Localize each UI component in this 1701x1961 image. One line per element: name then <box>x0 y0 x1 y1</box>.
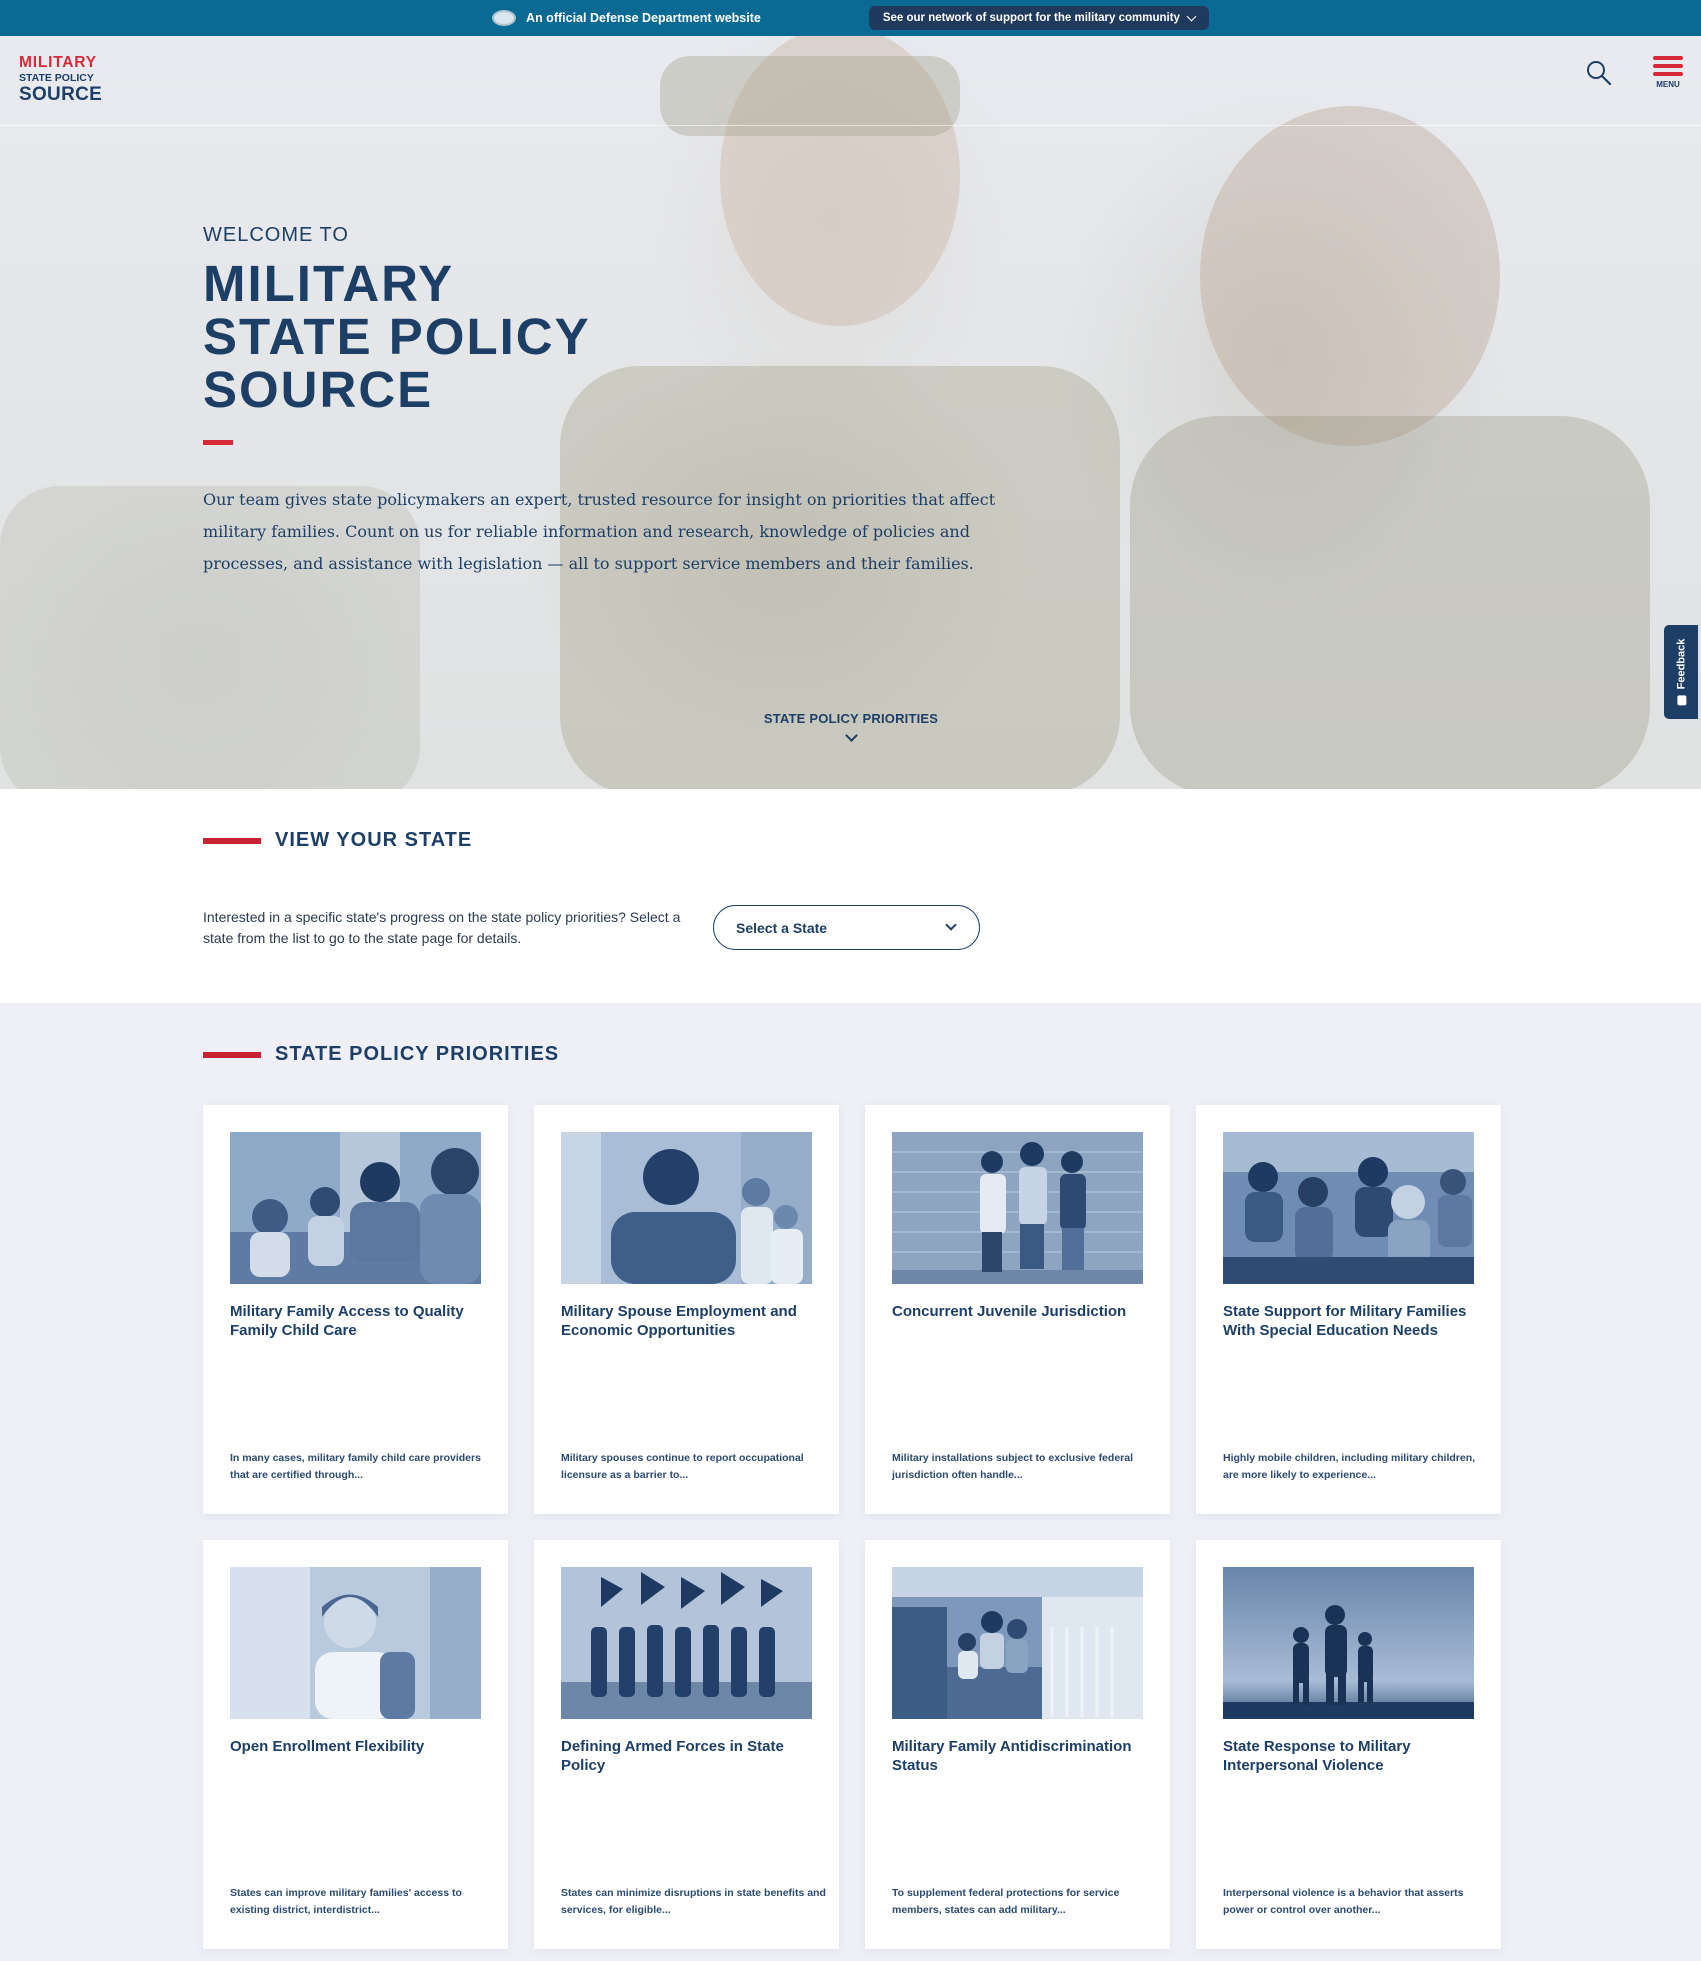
welcome-text: WELCOME TO <box>203 224 349 246</box>
hero-content: WELCOME TO MILITARY STATE POLICY SOURCE … <box>203 224 1033 580</box>
hamburger-icon <box>1653 56 1683 76</box>
card-title: State Support for Military Families With… <box>1223 1303 1467 1339</box>
chevron-down-icon <box>844 729 858 742</box>
search-button[interactable] <box>1585 59 1613 87</box>
card-description: Highly mobile children, including milita… <box>1223 1452 1476 1481</box>
color-guard-photo <box>561 1567 812 1719</box>
card-title: Military Family Access to Quality Family… <box>230 1303 464 1339</box>
priority-card[interactable]: Military Spouse Employment and Economic … <box>534 1105 839 1514</box>
official-site-notice: An official Defense Department website <box>492 10 761 26</box>
state-select-dropdown[interactable]: Select a State <box>713 905 980 950</box>
card-description: Interpersonal violence is a behavior tha… <box>1223 1887 1464 1916</box>
card-title: Defining Armed Forces in State Policy <box>561 1738 784 1774</box>
card-title: Military Spouse Employment and Economic … <box>561 1303 797 1339</box>
feedback-label: Feedback <box>1675 638 1687 690</box>
chevron-down-icon <box>1186 11 1197 21</box>
heading-accent-bar <box>203 837 261 844</box>
title-accent-dash <box>203 440 233 445</box>
view-your-state-section: VIEW YOUR STATE Interested in a specific… <box>0 789 1701 1003</box>
page-title: MILITARY STATE POLICY SOURCE <box>203 257 1033 416</box>
priority-card[interactable]: Military Family Antidiscrimination Statu… <box>865 1540 1170 1949</box>
family-porch-photo <box>892 1567 1143 1719</box>
priority-card[interactable]: State Support for Military Families With… <box>1196 1105 1501 1514</box>
heading-accent-bar <box>203 1051 261 1058</box>
dod-seal-icon <box>492 10 517 26</box>
card-title: Open Enrollment Flexibility <box>230 1738 425 1755</box>
priority-card[interactable]: Defining Armed Forces in State Policy St… <box>534 1540 839 1949</box>
logo-line-military: MILITARY <box>19 54 97 71</box>
logo-line-source: SOURCE <box>19 84 103 105</box>
site-header: MILITARY STATE POLICY SOURCE MENU <box>0 36 1701 126</box>
hero-description: Our team gives state policymakers an exp… <box>203 490 996 573</box>
site-logo[interactable]: MILITARY STATE POLICY SOURCE <box>19 55 102 104</box>
menu-button[interactable]: MENU <box>1653 56 1683 102</box>
priorities-heading-text: STATE POLICY PRIORITIES <box>275 1043 560 1065</box>
priority-card[interactable]: Military Family Access to Quality Family… <box>203 1105 508 1514</box>
official-banner: An official Defense Department website S… <box>0 0 1701 36</box>
view-state-heading-text: VIEW YOUR STATE <box>275 829 473 851</box>
official-site-text: An official Defense Department website <box>526 11 761 25</box>
nurse-photo <box>561 1132 812 1284</box>
card-description: To supplement federal protections for se… <box>892 1887 1120 1916</box>
title-line: SOURCE <box>203 361 434 418</box>
scroll-cue-label: STATE POLICY PRIORITIES <box>763 711 939 726</box>
schoolgirl-photo <box>230 1567 481 1719</box>
card-description: States can minimize disruptions in state… <box>561 1887 826 1916</box>
feedback-tab[interactable]: Feedback <box>1664 625 1698 719</box>
hero-section: MILITARY STATE POLICY SOURCE MENU WELCOM… <box>0 36 1701 789</box>
card-title: Military Family Antidiscrimination Statu… <box>892 1738 1132 1774</box>
card-title: State Response to Military Interpersonal… <box>1223 1738 1411 1774</box>
menu-label: MENU <box>1656 80 1680 89</box>
priority-card-grid: Military Family Access to Quality Family… <box>203 1105 1501 1949</box>
card-description: Military installations subject to exclus… <box>892 1452 1133 1481</box>
logo-line-state-policy: STATE POLICY <box>19 71 94 84</box>
view-state-description: Interested in a specific state's progres… <box>203 909 681 946</box>
network-support-button[interactable]: See our network of support for the milit… <box>868 6 1209 30</box>
search-icon <box>1587 61 1612 86</box>
card-description: States can improve military families' ac… <box>230 1887 462 1916</box>
silhouette-family-photo <box>1223 1567 1474 1719</box>
priority-card[interactable]: State Response to Military Interpersonal… <box>1196 1540 1501 1949</box>
classroom-photo <box>1223 1132 1474 1284</box>
priority-card[interactable]: Open Enrollment Flexibility States can i… <box>203 1540 508 1949</box>
children-playing-photo <box>230 1132 481 1284</box>
state-policy-priorities-section: STATE POLICY PRIORITIES Military Family … <box>0 1003 1701 1961</box>
title-line: STATE POLICY <box>203 308 591 365</box>
title-line: MILITARY <box>203 255 455 312</box>
chevron-down-icon <box>945 919 957 931</box>
card-title: Concurrent Juvenile Jurisdiction <box>892 1303 1127 1320</box>
scroll-to-priorities-link[interactable]: STATE POLICY PRIORITIES <box>700 710 1002 742</box>
card-description: Military spouses continue to report occu… <box>561 1452 804 1481</box>
state-select-value: Select a State <box>736 919 828 936</box>
view-state-heading: VIEW YOUR STATE <box>203 829 472 852</box>
card-description: In many cases, military family child car… <box>230 1452 481 1481</box>
feedback-icon <box>1676 695 1686 706</box>
network-support-label: See our network of support for the milit… <box>882 12 1180 24</box>
priority-card[interactable]: Concurrent Juvenile Jurisdiction Militar… <box>865 1105 1170 1514</box>
priorities-heading: STATE POLICY PRIORITIES <box>203 1043 559 1066</box>
teens-wall-photo <box>892 1132 1143 1284</box>
